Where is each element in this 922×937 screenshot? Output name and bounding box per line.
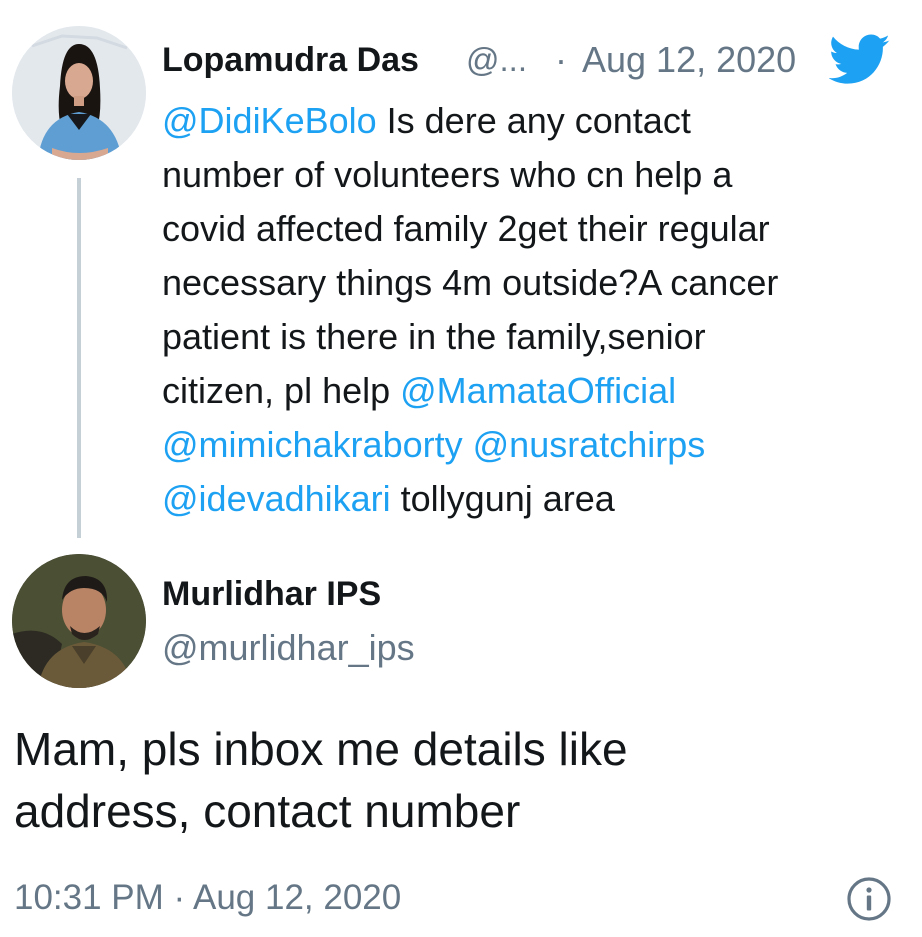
author-avatar[interactable] [12,26,146,160]
tweet-text-segment: tollygunj area [390,478,615,519]
reply-body: Mam, pls inbox me details like address, … [14,718,628,842]
tweet-text-segment: covid affected family 2get their regular [162,208,770,249]
reply-line: address, contact number [14,785,521,837]
tweet-text-segment: citizen, pl help [162,370,401,411]
tweet-body-line: citizen, pl help @MamataOfficial [162,364,892,418]
author-name[interactable]: Lopamudra Das [162,40,419,80]
tweet-body-line: covid affected family 2get their regular [162,202,892,256]
author-handle[interactable]: @... [466,40,527,80]
tweet-text-segment: necessary things 4m outside?A cancer [162,262,779,303]
tweet-text-segment: number of volunteers who cn help a [162,154,733,195]
mention-link[interactable]: @mimichakraborty [162,424,463,465]
tweet-text-segment: Is dere any contact [376,100,691,141]
reply-author-avatar[interactable] [12,554,146,688]
reply-author-handle[interactable]: @murlidhar_ips [162,628,415,668]
mention-link[interactable]: @DidiKeBolo [162,100,377,141]
info-icon[interactable] [846,876,892,922]
thread-connector-line [77,178,81,538]
reply-line: Mam, pls inbox me details like [14,723,628,775]
tweet-body-line: number of volunteers who cn help a [162,148,892,202]
tweet-body-line: @mimichakraborty @nusratchirps [162,418,892,472]
footer-separator: · [173,878,186,917]
tweet-body-line: patient is there in the family,senior [162,310,892,364]
tweet-body-line: necessary things 4m outside?A cancer [162,256,892,310]
reply-time: 10:31 PM [14,878,164,917]
meta-separator: · [555,39,567,80]
mention-link[interactable]: @idevadhikari [162,478,391,519]
tweet-body-line: @idevadhikari tollygunj area [162,472,892,526]
tweet-body-line: @DidiKeBolo Is dere any contact [162,94,892,148]
reply-timestamp[interactable]: 10:31 PM · Aug 12, 2020 [14,878,401,918]
tweet-body: @DidiKeBolo Is dere any contact number of… [162,94,892,526]
tweet-text-segment [463,424,473,465]
tweet-text-segment: patient is there in the family,senior [162,316,706,357]
tweet-date[interactable]: Aug 12, 2020 [582,40,796,80]
mention-link[interactable]: @nusratchirps [473,424,706,465]
reply-author-name[interactable]: Murlidhar IPS [162,574,381,614]
twitter-bird-icon [828,34,891,88]
mention-link[interactable]: @MamataOfficial [400,370,676,411]
reply-date: Aug 12, 2020 [193,878,402,917]
